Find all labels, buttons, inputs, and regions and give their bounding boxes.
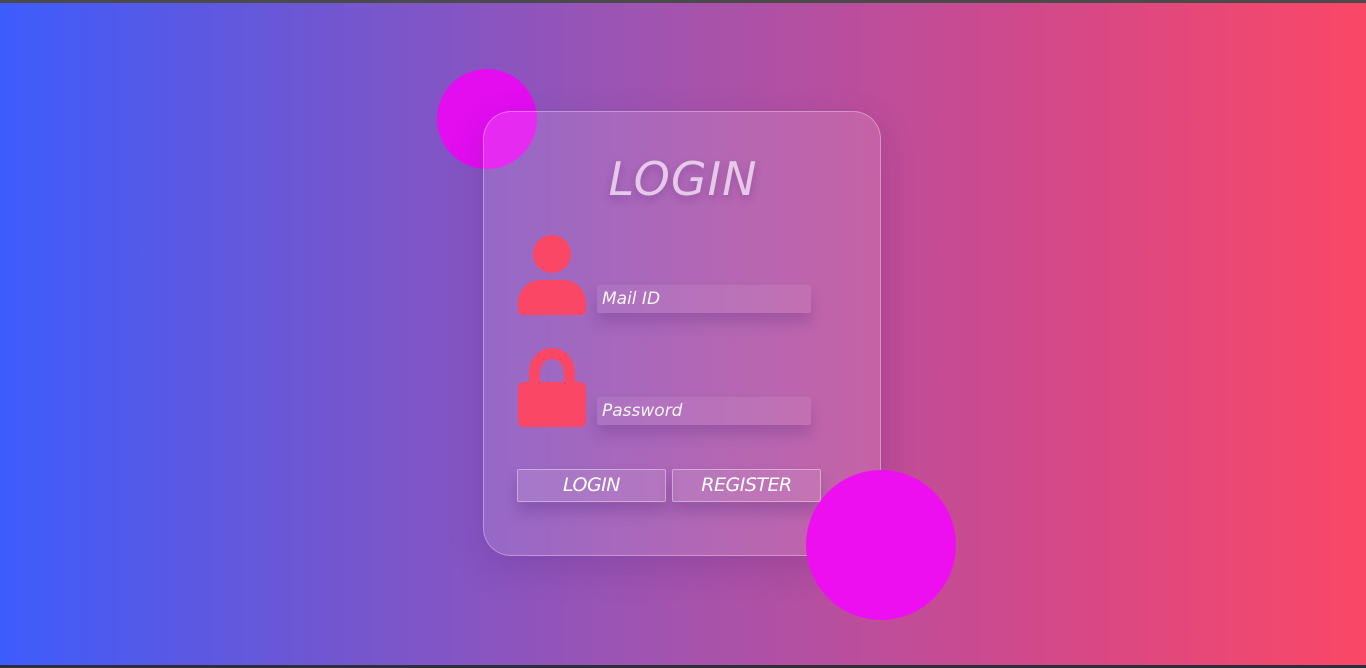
password-field[interactable]: Password [597, 397, 811, 425]
top-border [0, 0, 1366, 3]
login-title: LOGIN [608, 152, 758, 206]
register-button[interactable]: REGISTER [672, 469, 821, 502]
user-icon [516, 234, 588, 316]
mail-id-field[interactable]: Mail ID [597, 285, 811, 313]
login-button[interactable]: LOGIN [517, 469, 666, 502]
decorative-circle-bottom [806, 470, 956, 620]
lock-icon [516, 346, 588, 428]
